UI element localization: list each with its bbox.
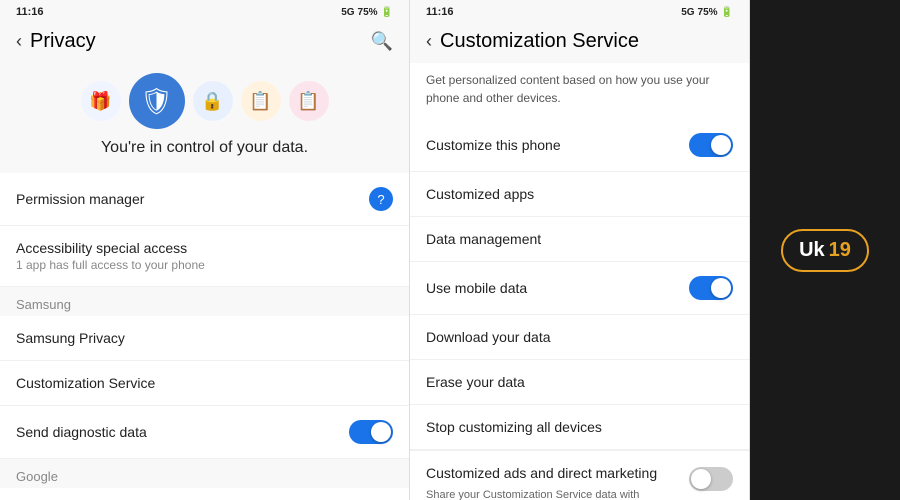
hero-icon-lock: 🔒 <box>193 81 233 121</box>
samsung-privacy-item[interactable]: Samsung Privacy <box>0 316 409 361</box>
data-management-item[interactable]: Data management <box>410 217 749 262</box>
google-section-label: Google <box>0 459 409 488</box>
right-panel: 11:16 5G 75% 🔋 ‹ Customization Service G… <box>410 0 750 500</box>
right-status-bar: 11:16 5G 75% 🔋 <box>410 0 749 24</box>
permission-manager-item[interactable]: Permission manager ? <box>0 173 409 226</box>
hero-icon-gift: 🎁 <box>81 81 121 121</box>
accessibility-item[interactable]: Accessibility special access 1 app has f… <box>0 226 409 287</box>
left-status-bar: 11:16 5G 75% 🔋 <box>0 0 409 24</box>
customize-phone-label: Customize this phone <box>426 137 561 153</box>
customized-ads-desc1: Share your Customization Service data wi… <box>426 487 681 500</box>
customized-ads-header: Customized ads and direct marketing Shar… <box>426 465 733 500</box>
search-button[interactable]: 🔍 <box>371 31 393 52</box>
stop-customizing-label: Stop customizing all devices <box>426 419 602 435</box>
permission-manager-help[interactable]: ? <box>369 187 393 211</box>
logo-badge: Uk 19 <box>781 229 869 272</box>
left-panel: 11:16 5G 75% 🔋 ‹ Privacy 🔍 🎁 🛡 🔒 📋 📋 You… <box>0 0 410 500</box>
logo-area: Uk 19 <box>750 0 900 500</box>
samsung-section-label: Samsung <box>0 287 409 316</box>
diagnostic-item[interactable]: Send diagnostic data <box>0 406 409 459</box>
diagnostic-toggle-knob <box>371 422 391 442</box>
hero-icon-doc1: 📋 <box>241 81 281 121</box>
accessibility-sub: 1 app has full access to your phone <box>16 258 393 272</box>
customized-apps-item[interactable]: Customized apps <box>410 172 749 217</box>
ads-toggle[interactable] <box>689 467 733 491</box>
right-status-icons: 5G 75% 🔋 <box>681 7 733 18</box>
right-signal: 5G <box>681 7 694 18</box>
hero-icon-doc2: 📋 <box>289 81 329 121</box>
left-status-icons: 5G 75% 🔋 <box>341 7 393 18</box>
left-signal: 5G <box>341 7 354 18</box>
ads-toggle-knob <box>691 469 711 489</box>
hero-icon-shield: 🛡 <box>129 73 185 129</box>
customize-phone-item[interactable]: Customize this phone <box>410 119 749 172</box>
mobile-data-knob <box>711 278 731 298</box>
left-page-title: Privacy <box>30 30 371 53</box>
stop-customizing-item[interactable]: Stop customizing all devices <box>410 405 749 450</box>
customized-ads-section: Customized ads and direct marketing Shar… <box>410 450 749 500</box>
erase-data-item[interactable]: Erase your data <box>410 360 749 405</box>
customized-ads-title: Customized ads and direct marketing <box>426 465 681 481</box>
android-personalization-item[interactable]: Android personalization service <box>0 488 409 500</box>
customize-phone-toggle[interactable] <box>689 133 733 157</box>
diagnostic-toggle[interactable] <box>349 420 393 444</box>
logo-text-uk: Uk <box>799 239 825 262</box>
accessibility-label: Accessibility special access <box>16 240 393 256</box>
permission-manager-label: Permission manager <box>16 191 369 207</box>
download-data-label: Download your data <box>426 329 551 345</box>
left-battery: 75% <box>358 7 378 18</box>
right-header: ‹ Customization Service <box>410 24 749 63</box>
erase-data-label: Erase your data <box>426 374 525 390</box>
right-page-title: Customization Service <box>440 30 733 53</box>
hero-text: You're in control of your data. <box>101 139 308 157</box>
left-time: 11:16 <box>16 6 44 18</box>
right-time: 11:16 <box>426 6 454 18</box>
samsung-privacy-label: Samsung Privacy <box>16 330 125 346</box>
data-management-label: Data management <box>426 231 541 247</box>
logo-text-19: 19 <box>829 239 851 262</box>
download-data-item[interactable]: Download your data <box>410 315 749 360</box>
mobile-data-toggle[interactable] <box>689 276 733 300</box>
customized-apps-label: Customized apps <box>426 186 534 202</box>
hero-section: 🎁 🛡 🔒 📋 📋 You're in control of your data… <box>0 63 409 173</box>
right-description: Get personalized content based on how yo… <box>410 63 749 119</box>
left-header: ‹ Privacy 🔍 <box>0 24 409 63</box>
mobile-data-item[interactable]: Use mobile data <box>410 262 749 315</box>
diagnostic-label: Send diagnostic data <box>16 424 147 440</box>
customization-service-item[interactable]: Customization Service <box>0 361 409 406</box>
left-back-button[interactable]: ‹ <box>16 31 22 52</box>
mobile-data-label: Use mobile data <box>426 280 527 296</box>
hero-icons-row: 🎁 🛡 🔒 📋 📋 <box>81 73 329 129</box>
right-battery: 75% <box>698 7 718 18</box>
customization-service-label: Customization Service <box>16 375 155 391</box>
customize-phone-knob <box>711 135 731 155</box>
right-back-button[interactable]: ‹ <box>426 31 432 52</box>
